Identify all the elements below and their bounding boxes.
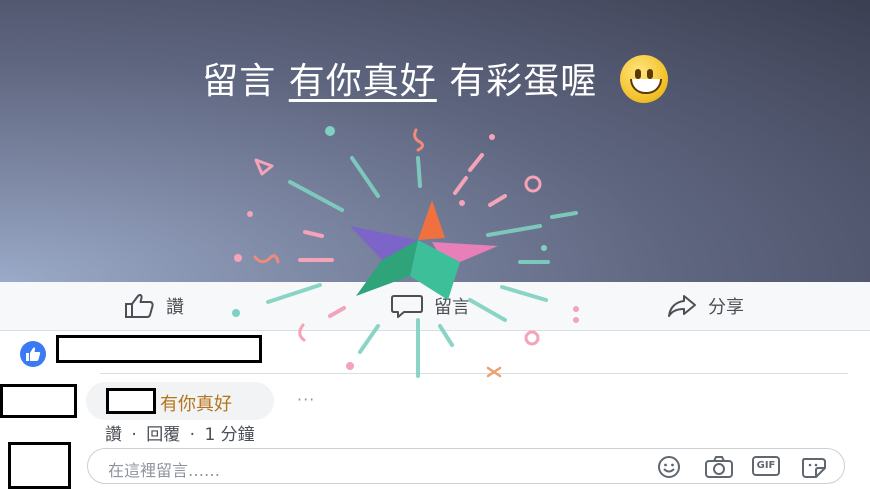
post-action-bar: 讚 留言 分享 [0,282,870,331]
comment-reply-link[interactable]: 回覆 [146,425,180,445]
redacted-avatar [0,384,77,418]
share-button[interactable]: 分享 [666,292,744,320]
camera-icon[interactable] [704,455,734,479]
comment-input[interactable]: 在這裡留言…… GIF [87,448,845,484]
banner-title-word1: 留言 [202,61,277,102]
share-label: 分享 [708,297,744,318]
meta-separator: · [131,425,137,445]
comment-options-button[interactable]: ··· [297,390,315,409]
like-label: 讚 [166,297,184,318]
comment-button[interactable]: 留言 [390,292,470,320]
meta-separator: · [189,425,196,445]
gif-icon[interactable]: GIF [752,456,780,476]
comment-input-placeholder: 在這裡留言…… [108,461,221,480]
thumbs-up-icon [125,293,154,318]
banner-title: 留言 有你真好 有彩蛋喔 [0,52,870,107]
sticker-icon[interactable] [800,455,828,479]
like-reaction-icon[interactable] [20,341,46,367]
share-arrow-icon [668,295,696,317]
comment-meta: 讚 · 回覆 · 1 分鐘 [105,420,259,445]
emoji-icon[interactable] [656,455,682,479]
post-banner: 留言 有你真好 有彩蛋喔 [0,0,870,282]
redacted-user-avatar [8,442,71,489]
grinning-face-icon [619,55,668,103]
banner-title-word2: 有你真好 [288,61,437,102]
redacted-commenter-name[interactable] [106,388,156,414]
comment-label: 留言 [434,297,470,318]
comment-like-link[interactable]: 讚 [105,425,122,445]
banner-title-word3: 有彩蛋喔 [449,61,598,102]
comment-timestamp[interactable]: 1 分鐘 [204,425,254,445]
comment-text: 有你真好 [160,394,232,415]
redacted-liker-names [56,335,262,363]
like-button[interactable]: 讚 [124,292,184,320]
speech-bubble-icon [391,295,423,318]
divider [100,373,848,374]
